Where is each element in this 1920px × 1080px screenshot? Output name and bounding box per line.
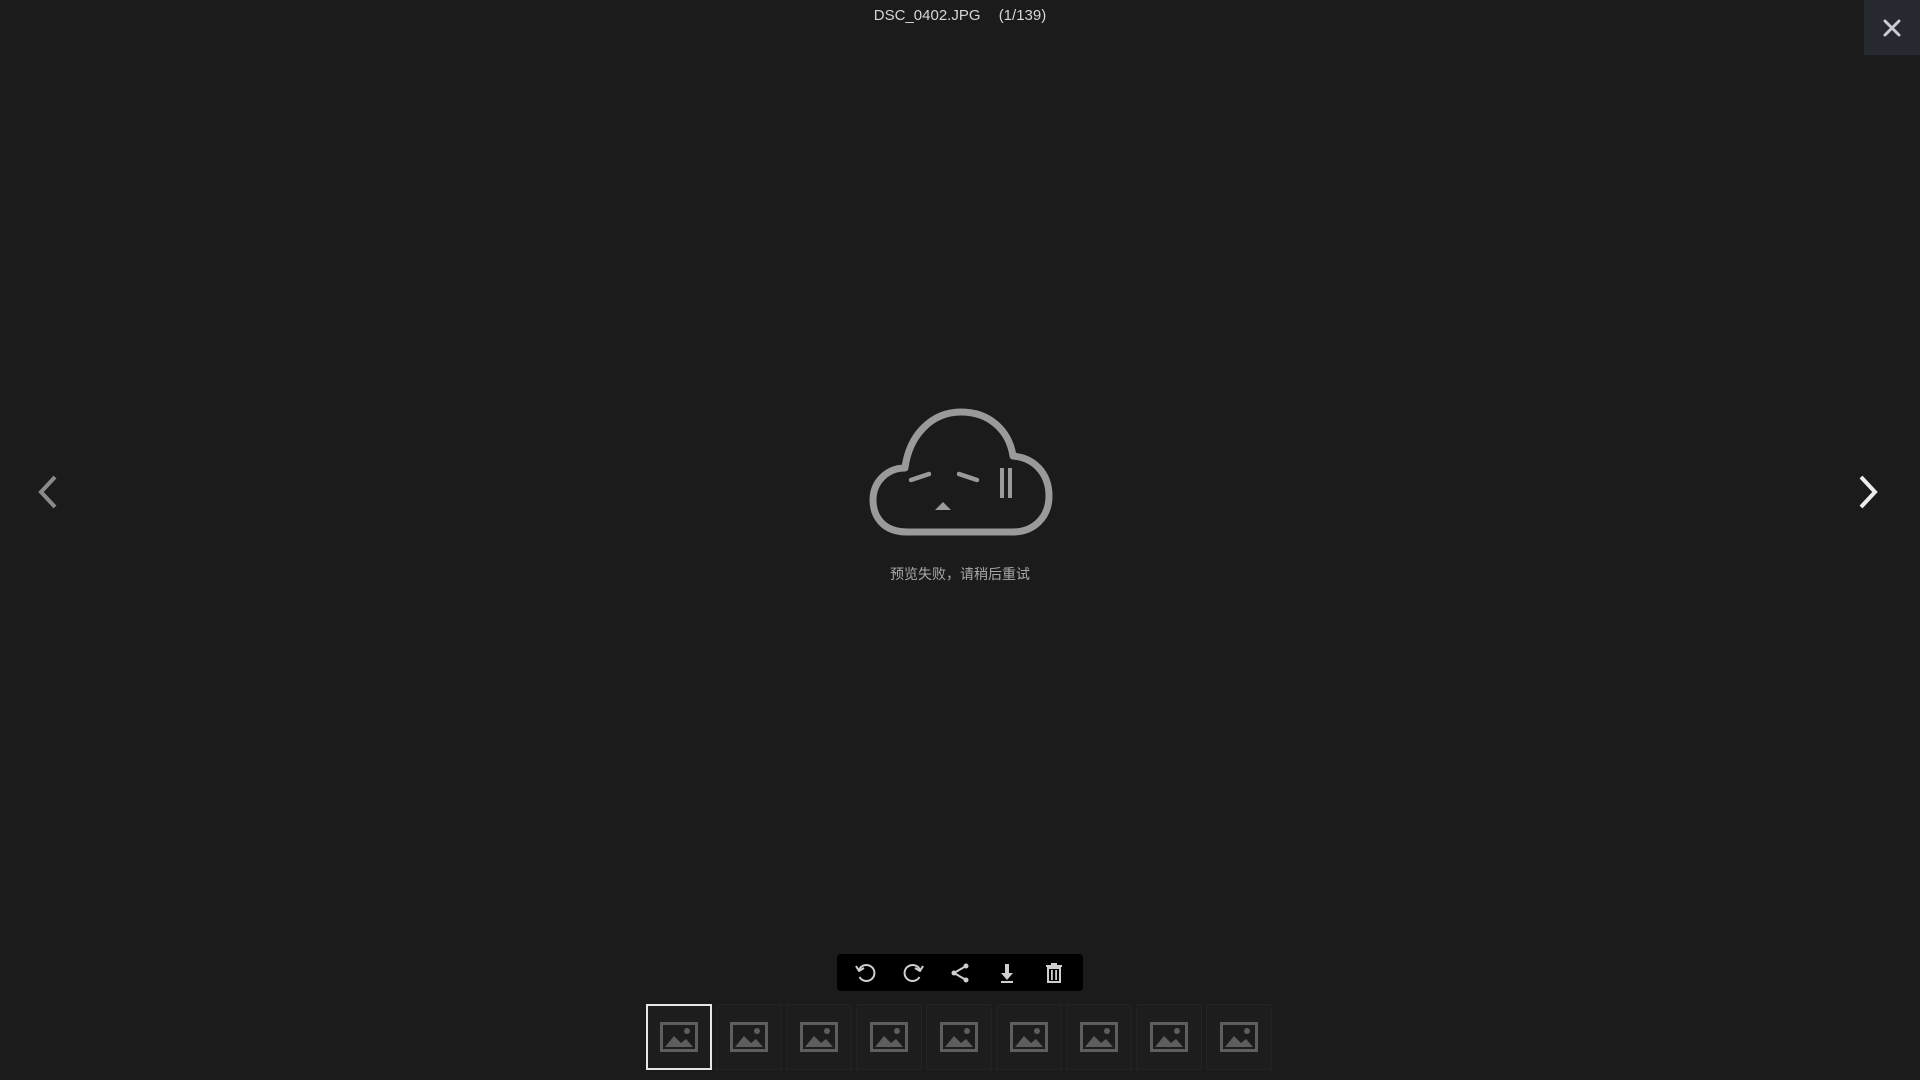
image-toolbar (837, 954, 1083, 991)
rotate-left-button[interactable] (849, 958, 883, 988)
image-placeholder-icon (1080, 1022, 1118, 1052)
chevron-left-icon (38, 475, 57, 509)
thumbnail-strip (646, 1004, 1274, 1072)
thumbnail-item[interactable] (786, 1004, 852, 1070)
image-placeholder-icon (1010, 1022, 1048, 1052)
file-name: DSC_0402.JPG (873, 7, 981, 24)
thumbnail-item[interactable] (1136, 1004, 1202, 1070)
rotate-right-icon (903, 963, 925, 982)
title-bar: DSC_0402.JPG (1/139) (0, 6, 1920, 26)
image-placeholder-icon (800, 1022, 838, 1052)
thumbnail-item[interactable] (996, 1004, 1062, 1070)
image-placeholder-icon (730, 1022, 768, 1052)
close-button[interactable] (1864, 0, 1920, 55)
close-icon (1883, 19, 1901, 36)
chevron-right-icon (1859, 475, 1878, 509)
image-viewer: DSC_0402.JPG (1/139) 预览失败，请稍后重试 (0, 0, 1920, 1080)
share-button[interactable] (943, 958, 977, 988)
thumbnail-item[interactable] (1066, 1004, 1132, 1070)
share-icon (951, 963, 969, 982)
image-placeholder-icon (660, 1022, 698, 1052)
thumbnail-item[interactable] (926, 1004, 992, 1070)
download-icon (1000, 963, 1013, 983)
image-placeholder-icon (940, 1022, 978, 1052)
sad-cloud-icon (869, 408, 1053, 536)
trash-icon (1045, 962, 1062, 983)
delete-button[interactable] (1037, 958, 1071, 988)
thumbnail-item[interactable] (646, 1004, 712, 1070)
previous-image-button[interactable] (28, 466, 68, 518)
error-message: 预览失败，请稍后重试 (890, 566, 1030, 582)
preview-error: 预览失败，请稍后重试 (860, 404, 1060, 583)
next-image-button[interactable] (1848, 466, 1888, 518)
thumbnail-item[interactable] (1206, 1004, 1272, 1070)
image-placeholder-icon (1220, 1022, 1258, 1052)
rotate-right-button[interactable] (896, 958, 930, 988)
image-placeholder-icon (1150, 1022, 1188, 1052)
rotate-left-icon (855, 963, 876, 982)
thumbnail-item[interactable] (716, 1004, 782, 1070)
thumbnail-item[interactable] (856, 1004, 922, 1070)
image-placeholder-icon (870, 1022, 908, 1052)
download-button[interactable] (990, 958, 1024, 988)
image-counter: (1/139) (998, 7, 1047, 24)
